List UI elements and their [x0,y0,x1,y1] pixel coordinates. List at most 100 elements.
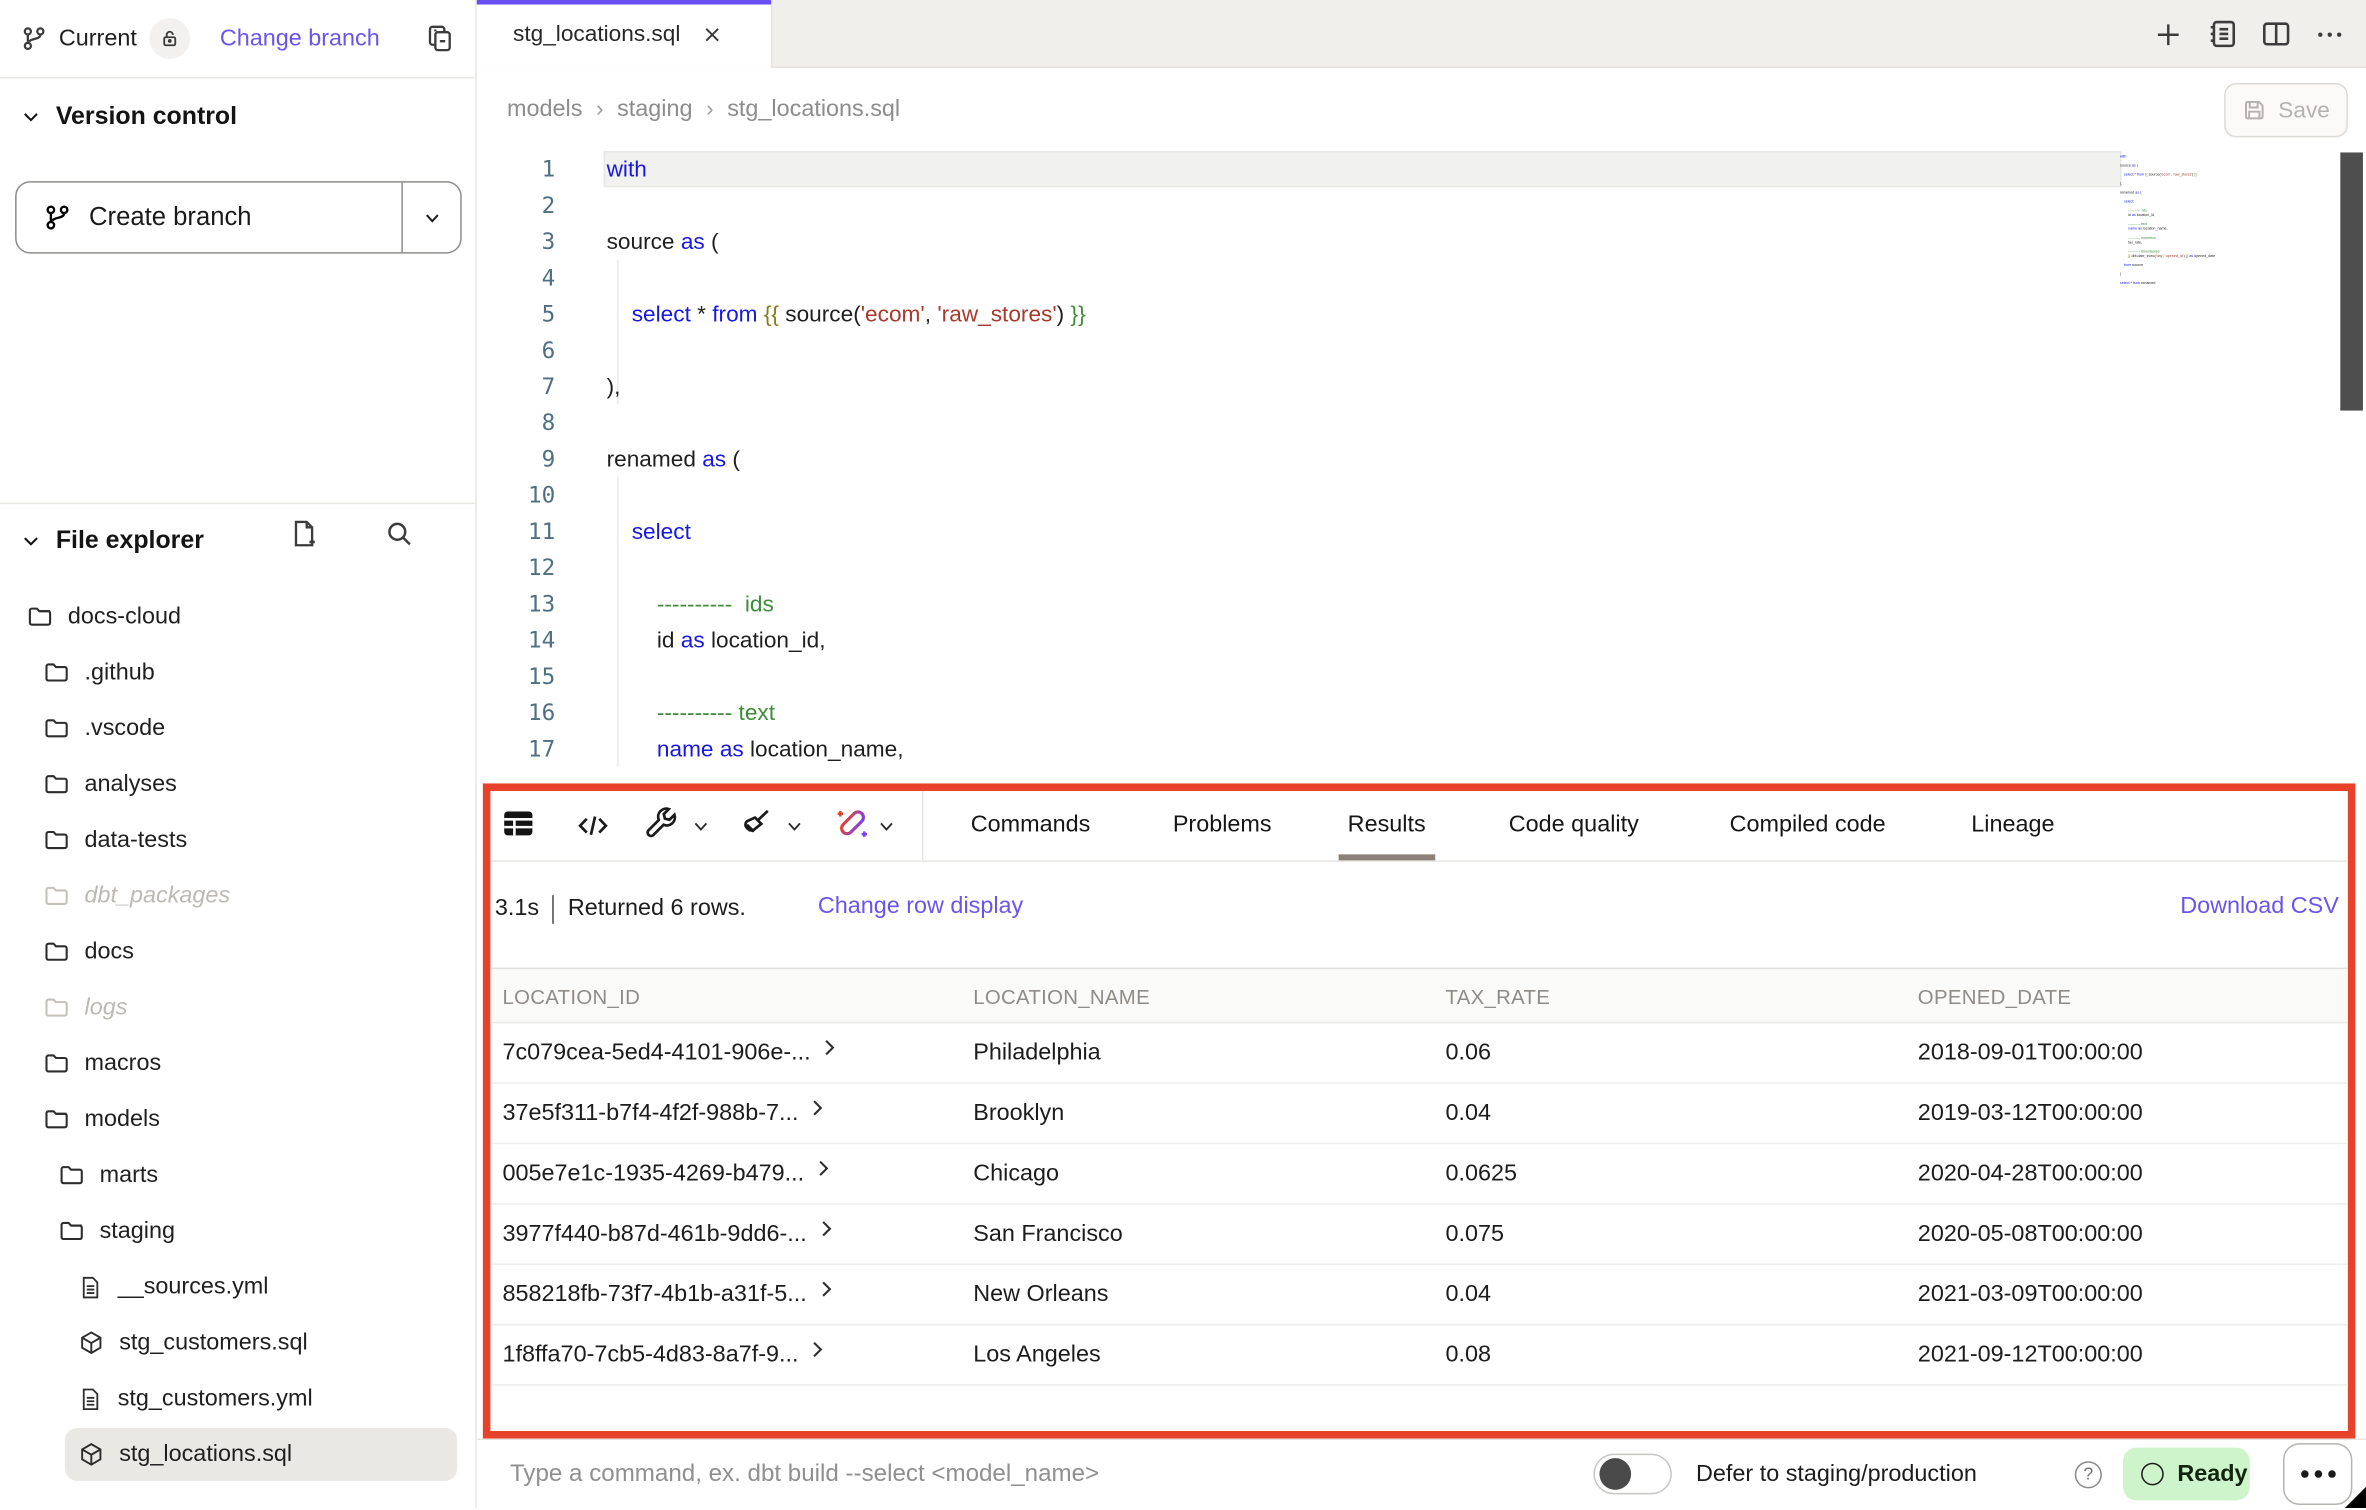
create-branch-button[interactable]: Create branch [15,181,462,253]
code-line-9[interactable]: renamed as ( [607,441,1086,477]
help-icon[interactable]: ? [2075,1461,2102,1488]
table-row[interactable]: 005e7e1c-1935-4269-b479...Chicago0.06252… [490,1144,2347,1204]
code-line-10[interactable] [607,477,1086,513]
file-tree-item-docs[interactable]: docs [0,924,475,980]
results-panel-tab-compiled-code[interactable]: Compiled code [1730,791,1886,860]
results-panel-tab-code-quality[interactable]: Code quality [1509,791,1639,860]
copy-branch-button[interactable] [426,24,455,53]
file-tree-item-stg-customers-yml[interactable]: stg_customers.yml [0,1371,475,1427]
file-tree-item-data-tests[interactable]: data-tests [0,812,475,868]
results-panel-tab-lineage[interactable]: Lineage [1971,791,2054,860]
code-line-17[interactable]: name as location_name, [607,731,1086,767]
breadcrumb-item[interactable]: staging [617,96,692,123]
minimap[interactable]: with source as ( select * from {{ source… [2120,154,2301,285]
folder-icon [44,1106,70,1132]
file-tree-item-staging[interactable]: staging [0,1203,475,1259]
code-line-8[interactable] [607,405,1086,441]
breadcrumb-item[interactable]: models [507,96,582,123]
cell-opened-date: 2018-09-01T00:00:00 [1918,1023,2143,1083]
file-tree-item-dbt-packages[interactable]: dbt_packages [0,868,475,924]
format-menu-button[interactable] [738,806,773,841]
editor-panel-button[interactable] [2206,18,2238,50]
file-tree-item-docs-cloud[interactable]: docs-cloud [0,589,475,645]
code-line-7[interactable]: ), [607,368,1086,404]
code-line-6[interactable] [607,332,1086,368]
file-tree-item-label: docs-cloud [68,603,181,630]
line-number-gutter: 1234567891011121314151617 [477,151,555,767]
code-lines[interactable]: with source as ( select * from {{ source(… [607,151,1086,767]
code-line-4[interactable] [607,260,1086,296]
change-row-display-link[interactable]: Change row display [818,894,1023,921]
copilot-menu-button[interactable] [834,806,870,842]
chevron-down-icon[interactable] [691,817,711,837]
command-input[interactable] [507,1452,1473,1497]
file-tree-item-stg-locations-sql[interactable]: stg_locations.sql [0,1426,475,1482]
table-row[interactable]: 3977f440-b87d-461b-9dd6-...San Francisco… [490,1205,2347,1265]
code-line-13[interactable]: ---------- ids [607,586,1086,622]
preview-table-button[interactable] [501,806,536,841]
expand-cell-icon[interactable] [821,1039,839,1057]
file-tree-item-vscode[interactable]: .vscode [0,700,475,756]
compiled-code-button[interactable] [576,809,609,842]
code-line-2[interactable] [607,187,1086,223]
tab-stg-locations-sql[interactable]: stg_locations.sql [477,0,773,68]
cell-location-id: 1f8ffa70-7cb5-4d83-8a7f-9... [502,1325,827,1385]
split-editor-button[interactable] [2260,18,2292,50]
close-tab-button[interactable] [701,23,722,44]
file-tree-item-models[interactable]: models [0,1091,475,1147]
expand-cell-icon[interactable] [817,1220,835,1238]
defer-toggle[interactable] [1593,1454,1671,1495]
expand-cell-icon[interactable] [809,1340,827,1358]
lock-icon [159,29,179,49]
code-editor[interactable]: 1234567891011121314151617 with source as … [477,151,2366,783]
results-panel-tab-commands[interactable]: Commands [971,791,1091,860]
code-line-12[interactable] [607,549,1086,585]
code-line-16[interactable]: ---------- text [607,694,1086,730]
expand-cell-icon[interactable] [817,1280,835,1298]
table-row[interactable]: 1f8ffa70-7cb5-4d83-8a7f-9...Los Angeles0… [490,1325,2347,1385]
results-panel-tab-results[interactable]: Results [1348,791,1426,860]
breadcrumb-item[interactable]: stg_locations.sql [727,96,900,123]
code-line-15[interactable] [607,658,1086,694]
file-tree-item-analyses[interactable]: analyses [0,756,475,812]
code-line-11[interactable]: select [607,513,1086,549]
code-line-14[interactable]: id as location_id, [607,622,1086,658]
build-menu-button[interactable] [644,806,679,841]
file-tree-item-macros[interactable]: macros [0,1036,475,1092]
download-csv-link[interactable]: Download CSV [2180,894,2339,921]
chevron-down-icon[interactable] [785,817,805,837]
file-tree-item-stg-customers-sql[interactable]: stg_customers.sql [0,1315,475,1371]
editor-overflow-menu-button[interactable] [2315,19,2345,49]
query-status: 3.1s Returned 6 rows. [495,879,746,939]
table-row[interactable]: 7c079cea-5ed4-4101-906e-...Philadelphia0… [490,1023,2347,1083]
expand-cell-icon[interactable] [815,1159,833,1177]
file-tree-item-label: stg_customers.sql [119,1329,307,1356]
table-row[interactable]: 858218fb-73f7-4b1b-a31f-5...New Orleans0… [490,1265,2347,1325]
file-tree-item-github[interactable]: .github [0,645,475,701]
file-explorer-header[interactable]: File explorer [21,519,456,561]
file-tree-item-marts[interactable]: marts [0,1147,475,1203]
results-panel-tab-problems[interactable]: Problems [1173,791,1272,860]
git-branch-icon [44,204,71,231]
create-branch-label: Create branch [89,202,252,232]
save-button[interactable]: Save [2224,83,2348,137]
expand-cell-icon[interactable] [809,1099,827,1117]
chevron-down-icon[interactable] [877,817,897,837]
cell-location-id: 3977f440-b87d-461b-9dd6-... [502,1205,835,1265]
code-line-1[interactable]: with [607,151,1086,187]
command-bar-overflow-button[interactable] [2283,1443,2352,1505]
create-branch-dropdown[interactable] [403,183,460,252]
folder-icon [44,771,70,797]
change-branch-link[interactable]: Change branch [220,25,380,52]
table-row[interactable]: 37e5f311-b7f4-4f2f-988b-7...Brooklyn0.04… [490,1084,2347,1144]
new-tab-button[interactable] [2153,19,2183,49]
search-files-button[interactable] [385,519,414,548]
version-control-header[interactable]: Version control [21,103,237,132]
code-line-5[interactable]: select * from {{ source('ecom', 'raw_sto… [607,296,1086,332]
file-tree-item-sources-yml[interactable]: __sources.yml [0,1259,475,1315]
new-file-button[interactable] [290,519,319,548]
file-tree-item-logs[interactable]: logs [0,980,475,1036]
editor-scrollbar[interactable] [2340,152,2363,410]
command-bar: Defer to staging/production ? Ready [477,1439,2366,1508]
code-line-3[interactable]: source as ( [607,223,1086,259]
